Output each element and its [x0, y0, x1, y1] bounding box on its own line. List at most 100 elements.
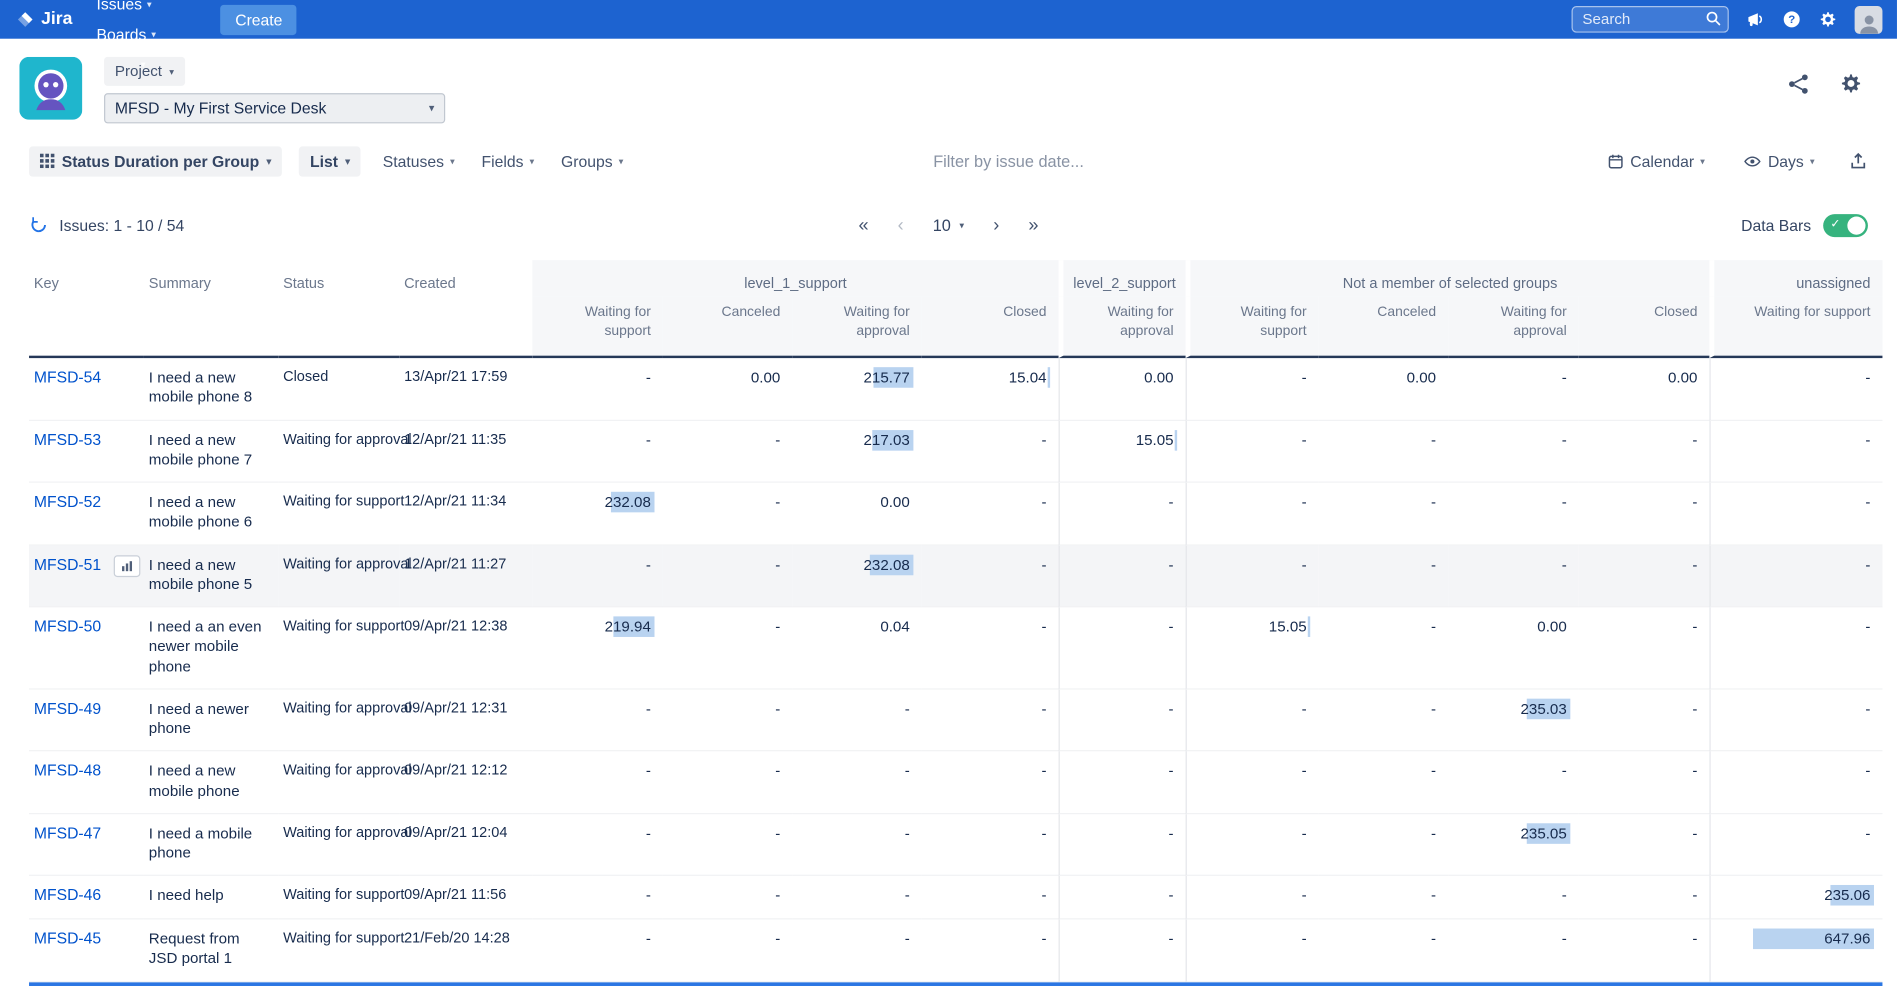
export-icon[interactable]: [1849, 151, 1868, 170]
column-header-key[interactable]: Key: [29, 260, 144, 358]
fields-dropdown[interactable]: Fields ▾: [477, 147, 540, 175]
bar-chart-icon[interactable]: [113, 555, 140, 577]
issue-key-link[interactable]: MFSD-51: [34, 555, 101, 573]
table-row: MFSD-45Request from JSD portal 1Waiting …: [29, 920, 1883, 982]
cell-key: MFSD-45: [29, 920, 144, 982]
subcolumn-header-not-a-member-of-selected-groups-waiting-for-approval[interactable]: Waiting for approval: [1448, 296, 1579, 358]
column-header-summary[interactable]: Summary: [144, 260, 278, 358]
duration-value: -: [1169, 700, 1174, 717]
duration-cell: -: [1319, 752, 1448, 814]
table-scrollbar[interactable]: [29, 982, 1882, 986]
statuses-dropdown[interactable]: Statuses ▾: [378, 147, 460, 175]
duration-value: -: [1562, 887, 1567, 904]
groups-dropdown[interactable]: Groups ▾: [556, 147, 628, 175]
cell-status: Waiting for approval: [278, 689, 399, 751]
share-icon[interactable]: [1787, 72, 1810, 95]
duration-value: -: [1041, 887, 1046, 904]
duration-cell: -: [922, 607, 1059, 689]
last-page-icon[interactable]: »: [1028, 216, 1038, 234]
duration-value: 235.03: [1520, 700, 1566, 717]
subcolumn-label: Waiting for approval: [828, 304, 910, 342]
duration-value-wrap: -: [1302, 824, 1307, 844]
issue-key-link[interactable]: MFSD-53: [34, 430, 101, 448]
duration-cell: -: [1319, 876, 1448, 919]
subcolumn-header-unassigned-waiting-for-support[interactable]: Waiting for support: [1710, 296, 1883, 358]
prev-page-icon[interactable]: ‹: [898, 216, 904, 234]
report-type-button[interactable]: Status Duration per Group ▾: [29, 146, 282, 176]
cell-created: 21/Feb/20 14:28: [399, 920, 532, 982]
duration-cell: 235.03: [1448, 689, 1579, 751]
duration-cell: 232.08: [532, 483, 663, 545]
nav-item-boards[interactable]: Boards▾: [87, 19, 206, 49]
issue-key-link[interactable]: MFSD-47: [34, 824, 101, 842]
duration-cell: -: [1448, 920, 1579, 982]
duration-cell: -: [1059, 752, 1186, 814]
duration-cell: -: [1710, 358, 1883, 420]
subcolumn-header-not-a-member-of-selected-groups-canceled[interactable]: Canceled: [1319, 296, 1448, 358]
issue-key-link[interactable]: MFSD-45: [34, 929, 101, 947]
duration-value: -: [775, 618, 780, 635]
issue-key-link[interactable]: MFSD-49: [34, 699, 101, 717]
jira-logo[interactable]: Jira: [12, 9, 84, 30]
duration-value-wrap: -: [1169, 886, 1174, 906]
column-header-status[interactable]: Status: [278, 260, 399, 358]
duration-value: -: [1302, 700, 1307, 717]
subcolumn-header-level-1-support-waiting-for-approval[interactable]: Waiting for approval: [792, 296, 921, 358]
unit-dropdown[interactable]: Days ▾: [1739, 147, 1820, 175]
chevron-down-icon: ▾: [169, 66, 174, 77]
duration-cell: -: [1579, 545, 1710, 607]
issue-key-link[interactable]: MFSD-48: [34, 761, 101, 779]
view-dropdown[interactable]: List ▾: [299, 146, 361, 176]
subcolumn-header-level-1-support-waiting-for-support[interactable]: Waiting for support: [532, 296, 663, 358]
subcolumn-header-level-1-support-closed[interactable]: Closed: [922, 296, 1059, 358]
cell-key: MFSD-54: [29, 358, 144, 420]
duration-value-wrap: -: [1562, 886, 1567, 906]
duration-value: -: [1865, 556, 1870, 573]
nav-item-issues[interactable]: Issues▾: [87, 0, 206, 19]
refresh-icon[interactable]: [29, 215, 48, 234]
duration-value: -: [1562, 431, 1567, 448]
create-button[interactable]: Create: [221, 4, 297, 34]
duration-value: -: [1302, 556, 1307, 573]
duration-value-wrap: -: [646, 761, 651, 781]
settings-icon[interactable]: [1818, 10, 1837, 29]
duration-value-wrap: 232.08: [605, 492, 651, 512]
duration-cell: -: [1059, 814, 1186, 876]
duration-value: -: [1692, 825, 1697, 842]
subcolumn-header-not-a-member-of-selected-groups-waiting-for-support[interactable]: Waiting for support: [1186, 296, 1319, 358]
project-selectors: Project ▾ MFSD - My First Service Desk ▾: [104, 57, 445, 124]
page-size-dropdown[interactable]: 10 ▾: [933, 216, 965, 234]
subcolumn-header-not-a-member-of-selected-groups-closed[interactable]: Closed: [1579, 296, 1710, 358]
duration-value-wrap: 0.00: [1537, 617, 1566, 637]
duration-value-wrap: 232.08: [864, 555, 910, 575]
issue-date-filter-input[interactable]: [931, 151, 1577, 172]
calendar-label: Calendar: [1630, 152, 1694, 170]
duration-value-wrap: 647.96: [1824, 929, 1870, 949]
duration-value: 219.94: [605, 618, 651, 635]
gear-icon[interactable]: [1839, 71, 1863, 95]
subcolumn-header-level-1-support-canceled[interactable]: Canceled: [663, 296, 792, 358]
chevron-down-icon: ▾: [345, 155, 350, 166]
announcement-icon[interactable]: [1746, 10, 1765, 29]
issue-key-link[interactable]: MFSD-52: [34, 492, 101, 510]
issue-key-link[interactable]: MFSD-54: [34, 368, 101, 386]
help-icon[interactable]: ?: [1782, 10, 1801, 29]
subcolumn-label: Closed: [1003, 305, 1046, 320]
first-page-icon[interactable]: «: [859, 216, 869, 234]
calendar-dropdown[interactable]: Calendar ▾: [1601, 147, 1710, 175]
next-page-icon[interactable]: ›: [993, 216, 999, 234]
project-avatar[interactable]: [19, 57, 82, 120]
column-header-created[interactable]: Created: [399, 260, 532, 358]
user-avatar[interactable]: [1855, 5, 1883, 33]
duration-value: -: [1041, 618, 1046, 635]
table-row: MFSD-51I need a new mobile phone 5Waitin…: [29, 545, 1883, 607]
duration-value-wrap: 0.00: [1407, 368, 1436, 388]
subcolumn-header-level-2-support-waiting-for-approval[interactable]: Waiting for approval: [1059, 296, 1186, 358]
project-select[interactable]: MFSD - My First Service Desk ▾: [104, 93, 445, 123]
chevron-down-icon: ▾: [530, 155, 535, 166]
data-bars-control: Data Bars ✓: [1741, 214, 1868, 237]
data-bars-toggle[interactable]: ✓: [1823, 214, 1868, 237]
issue-key-link[interactable]: MFSD-46: [34, 886, 101, 904]
duration-value: -: [1692, 556, 1697, 573]
issue-key-link[interactable]: MFSD-50: [34, 617, 101, 635]
